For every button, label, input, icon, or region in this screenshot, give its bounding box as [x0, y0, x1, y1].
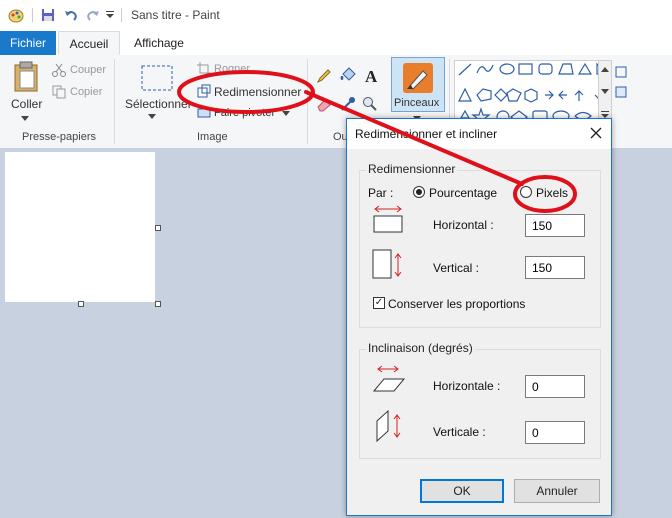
rotate-button[interactable]: Faire pivoter [214, 107, 275, 119]
vertical-skew-label: Verticale : [433, 425, 486, 439]
vertical-resize-input[interactable] [525, 256, 585, 279]
vertical-skew-input[interactable] [525, 421, 585, 444]
ok-button[interactable]: OK [420, 479, 504, 503]
tab-view[interactable]: Affichage [124, 31, 194, 55]
rotate-icon[interactable] [197, 106, 211, 118]
resize-legend: Redimensionner [366, 162, 458, 176]
horizontal-skew-label: Horizontale : [433, 379, 501, 393]
select-button[interactable]: Sélectionner [125, 97, 192, 111]
window-title: Sans titre - Paint [131, 8, 220, 22]
paint-app-icon [8, 9, 24, 23]
select-icon[interactable] [140, 64, 174, 92]
text-tool-icon[interactable]: A [362, 67, 380, 85]
title-bar: Sans titre - Paint [0, 0, 672, 31]
skew-legend: Inclinaison (degrés) [366, 341, 475, 355]
resize-icon[interactable] [197, 84, 211, 98]
svg-text:A: A [365, 67, 378, 85]
resize-handle-corner[interactable] [155, 301, 161, 307]
fill-icon[interactable] [614, 85, 628, 99]
brushes-button[interactable]: Pinceaux [391, 57, 445, 112]
quick-access-dropdown-icon[interactable] [106, 11, 114, 19]
undo-icon[interactable] [63, 7, 79, 23]
brushes-label: Pinceaux [394, 97, 440, 109]
separator [32, 8, 33, 22]
paste-icon[interactable] [12, 61, 42, 93]
fill-bucket-icon[interactable] [339, 67, 357, 85]
percent-radio-label[interactable]: Pourcentage [429, 186, 497, 200]
resize-button[interactable]: Redimensionner [214, 85, 301, 99]
pixels-radio-label[interactable]: Pixels [536, 186, 568, 200]
separator [121, 8, 122, 22]
group-label-image: Image [197, 131, 228, 143]
horizontal-skew-input[interactable] [525, 375, 585, 398]
tab-file[interactable]: Fichier [0, 31, 56, 55]
crop-icon[interactable] [197, 62, 211, 76]
horizontal-skew-icon [372, 365, 406, 392]
separator [114, 59, 115, 144]
resize-handle-right[interactable] [155, 225, 161, 231]
chevron-up-icon[interactable] [601, 67, 609, 73]
horizontal-resize-input[interactable] [525, 214, 585, 237]
resize-skew-dialog: Redimensionner et incliner Redimensionne… [346, 118, 612, 516]
resize-handle-bottom[interactable] [78, 301, 84, 307]
redo-icon[interactable] [85, 7, 101, 23]
ribbon-tabs: Fichier Accueil Affichage [0, 31, 672, 56]
vertical-skew-icon [376, 409, 401, 443]
crop-button[interactable]: Rogner [214, 63, 250, 75]
chevron-down-icon[interactable] [282, 111, 290, 117]
percent-radio[interactable] [413, 186, 425, 198]
group-label-clipboard: Presse-papiers [22, 131, 96, 143]
cut-button[interactable]: Couper [70, 64, 106, 76]
horizontal-resize-icon [373, 205, 403, 233]
magnifier-icon[interactable] [362, 96, 378, 112]
drawing-canvas[interactable] [5, 152, 155, 302]
close-icon[interactable] [590, 127, 602, 139]
paste-button[interactable]: Coller [11, 97, 42, 111]
by-label: Par : [368, 186, 394, 200]
pencil-icon[interactable] [316, 68, 332, 84]
pixels-radio[interactable] [520, 186, 532, 198]
vertical-resize-label: Vertical : [433, 261, 480, 275]
save-icon[interactable] [40, 7, 56, 23]
tab-home[interactable]: Accueil [58, 31, 120, 55]
color-picker-icon[interactable] [340, 96, 356, 112]
cancel-button[interactable]: Annuler [514, 479, 600, 503]
copy-icon[interactable] [52, 85, 66, 99]
scissors-icon[interactable] [52, 63, 66, 77]
chevron-down-icon[interactable] [147, 114, 157, 120]
chevron-down-icon[interactable] [12, 116, 38, 122]
dialog-title-bar: Redimensionner et incliner [347, 119, 611, 149]
vertical-resize-icon [372, 249, 402, 279]
eraser-icon[interactable] [316, 96, 332, 112]
separator [307, 59, 308, 144]
copy-button[interactable]: Copier [70, 86, 102, 98]
brush-icon [403, 63, 433, 93]
keep-ratio-checkbox[interactable]: ✓ [373, 297, 385, 309]
horizontal-resize-label: Horizontal : [433, 218, 494, 232]
keep-ratio-label[interactable]: Conserver les proportions [388, 297, 525, 311]
chevron-down-icon[interactable] [601, 89, 609, 95]
outline-icon[interactable] [614, 65, 628, 79]
dialog-title: Redimensionner et incliner [355, 127, 498, 141]
